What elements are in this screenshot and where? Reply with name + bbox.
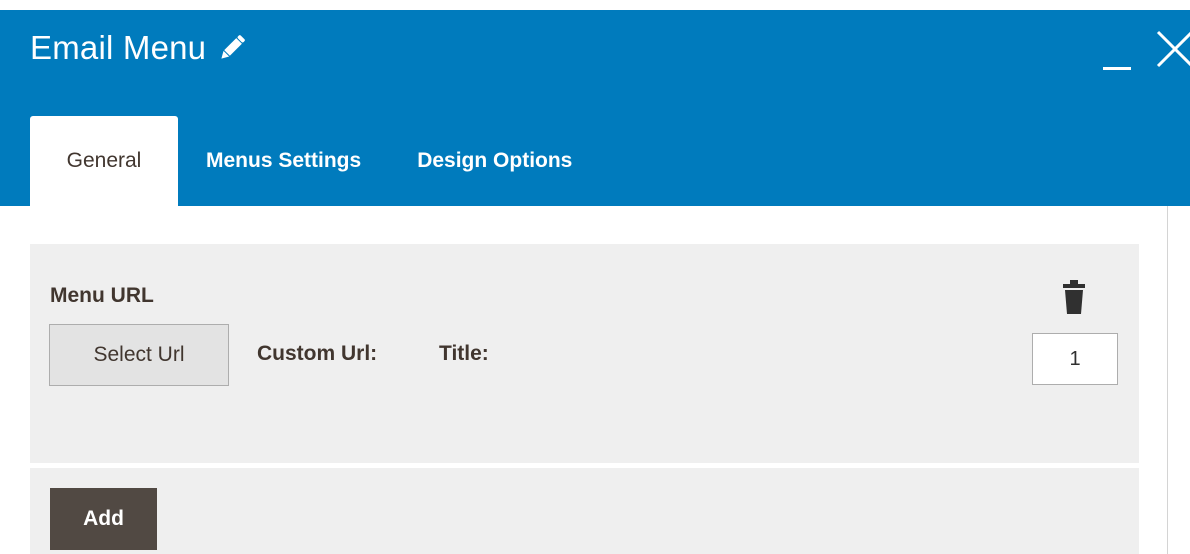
modal-title: Email Menu (30, 29, 207, 66)
email-menu-modal: Email Menu General Menus Settings Design… (0, 0, 1190, 554)
title-wrap: Email Menu (30, 26, 248, 70)
custom-url-label: Custom Url: (257, 342, 378, 365)
close-icon (1156, 30, 1190, 68)
tab-bar: General Menus Settings Design Options (30, 116, 600, 206)
add-button[interactable]: Add (50, 488, 157, 550)
minimize-button[interactable] (1100, 50, 1134, 74)
title-label: Title: (439, 342, 489, 365)
tab-general[interactable]: General (30, 116, 178, 206)
tab-design-options[interactable]: Design Options (389, 116, 600, 206)
minimize-icon (1103, 67, 1131, 70)
top-strip (0, 0, 1190, 10)
menu-url-label: Menu URL (50, 284, 154, 307)
tab-menus-settings-label: Menus Settings (206, 149, 362, 172)
select-url-button[interactable]: Select Url (49, 324, 229, 386)
trash-icon[interactable] (1062, 280, 1086, 314)
tab-design-options-label: Design Options (417, 149, 573, 172)
tab-general-label: General (66, 149, 142, 172)
modal-header: Email Menu General Menus Settings Design… (0, 10, 1190, 206)
tab-menus-settings[interactable]: Menus Settings (178, 116, 389, 206)
scrollbar-track[interactable] (1167, 206, 1168, 554)
pencil-icon[interactable] (216, 32, 248, 64)
close-button[interactable] (1152, 24, 1190, 68)
sort-order-input[interactable] (1032, 333, 1118, 385)
add-panel (30, 468, 1139, 554)
